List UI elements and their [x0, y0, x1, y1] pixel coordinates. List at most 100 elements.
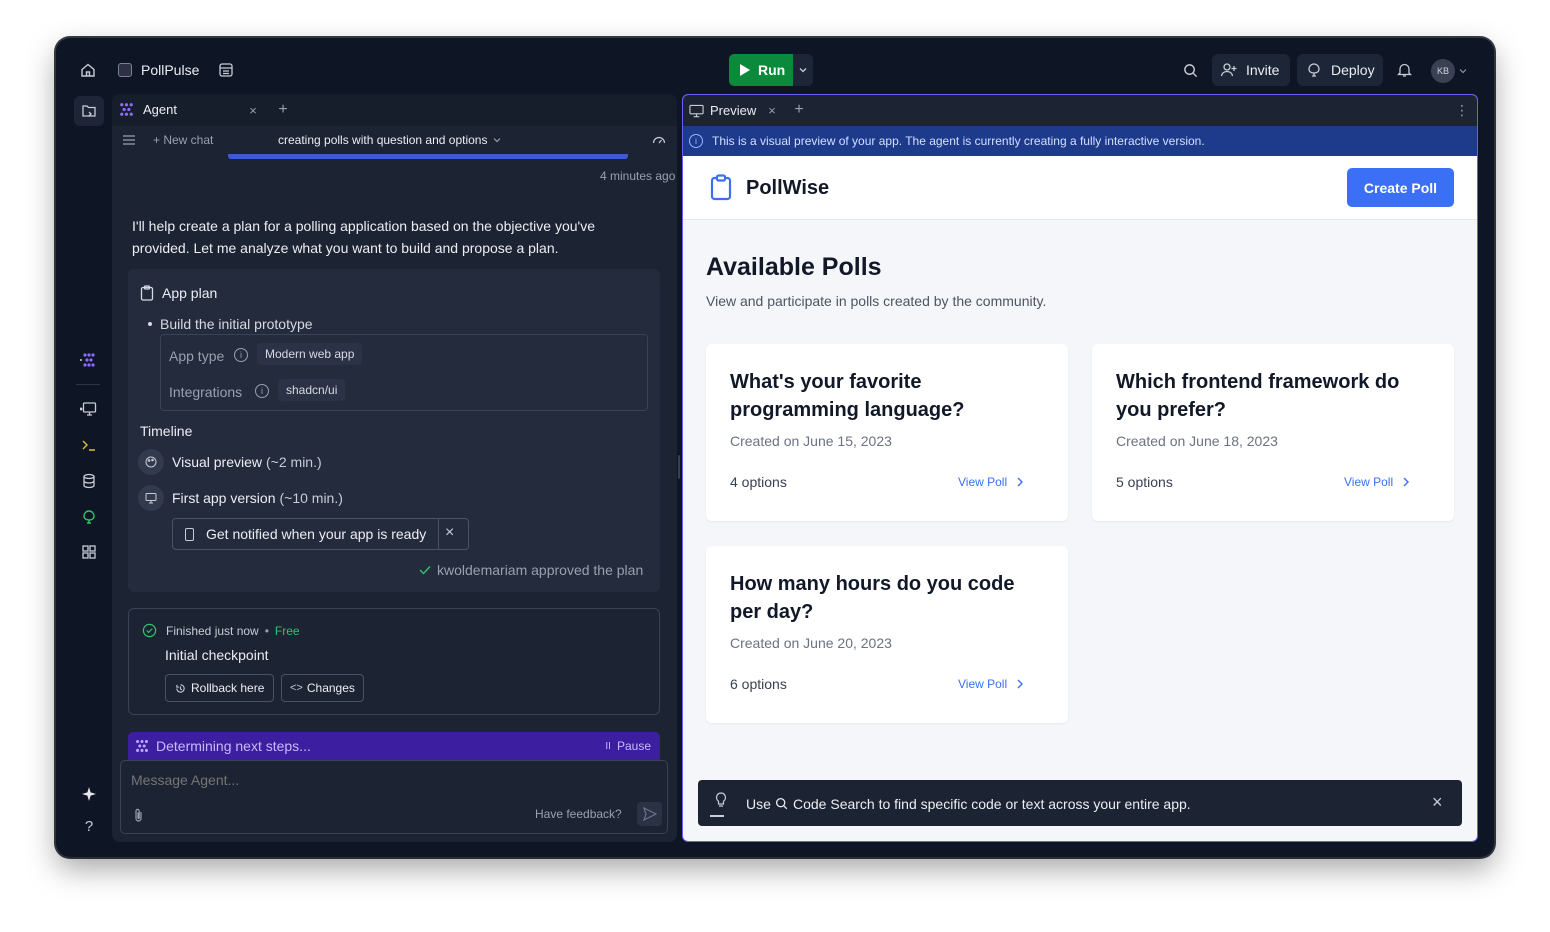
- help-icon[interactable]: ?: [74, 811, 104, 841]
- check-circle-icon: [142, 623, 157, 638]
- notify-button[interactable]: Get notified when your app is ready ×: [172, 518, 469, 550]
- paperclip-icon[interactable]: [131, 807, 145, 823]
- step-time: (~10 min.): [279, 490, 343, 506]
- menu-icon[interactable]: [122, 133, 136, 147]
- home-icon[interactable]: [76, 58, 100, 82]
- new-chat-label: New chat: [163, 133, 214, 147]
- plan-approved: kwoldemariam approved the plan: [419, 562, 643, 578]
- feedback-link[interactable]: Have feedback?: [535, 807, 622, 821]
- poll-title: How many hours do you code per day?: [730, 573, 1015, 623]
- close-icon[interactable]: ×: [765, 103, 779, 118]
- send-button[interactable]: [637, 802, 662, 826]
- deploy-icon: [1308, 63, 1320, 77]
- banner-text: This is a visual preview of your app. Th…: [712, 134, 1205, 148]
- new-tab-icon[interactable]: +: [274, 101, 292, 119]
- notify-divider: [438, 519, 439, 549]
- rail-divider: [76, 384, 100, 385]
- invite-button[interactable]: Invite: [1212, 54, 1290, 86]
- agent-icon[interactable]: [74, 345, 104, 375]
- chat-title-dropdown[interactable]: creating polls with question and options: [278, 133, 502, 147]
- run-button[interactable]: Run: [729, 54, 793, 86]
- invite-label: Invite: [1246, 62, 1280, 78]
- rollback-button[interactable]: Rollback here: [165, 674, 275, 702]
- previous-message-bubble: [228, 154, 628, 159]
- view-poll-link[interactable]: View Poll: [958, 677, 1024, 691]
- all-tools-icon[interactable]: [74, 537, 104, 567]
- database-icon[interactable]: [74, 466, 104, 496]
- deploy-button[interactable]: Deploy: [1297, 54, 1383, 86]
- agent-status-bar: Determining next steps... II Pause: [128, 732, 660, 760]
- integrations-chip: shadcn/ui: [278, 379, 346, 401]
- poll-created: Created on June 15, 2023: [730, 433, 892, 449]
- monitor-icon: [689, 104, 704, 117]
- layout-icon[interactable]: [216, 60, 236, 80]
- app-plan-header: App plan: [140, 285, 217, 301]
- file-tree-icon[interactable]: [74, 96, 104, 126]
- poll-card: Which frontend framework do you prefer? …: [1092, 344, 1454, 521]
- app-name[interactable]: PollPulse: [141, 62, 199, 78]
- preview-icon[interactable]: [74, 394, 104, 424]
- poll-card: What's your favorite programming languag…: [706, 344, 1068, 521]
- step-time: (~2 min.): [266, 454, 322, 470]
- tab-preview-label: Preview: [710, 103, 757, 118]
- speedometer-icon[interactable]: [651, 132, 667, 148]
- rollback-label: Rollback here: [191, 681, 265, 695]
- agent-intro-message: I'll help create a plan for a polling ap…: [132, 218, 595, 256]
- more-options-icon[interactable]: ⋮: [1455, 101, 1469, 119]
- poll-created: Created on June 20, 2023: [730, 635, 892, 651]
- approved-text: kwoldemariam approved the plan: [437, 562, 644, 578]
- new-tab-icon[interactable]: +: [790, 101, 808, 119]
- shell-icon[interactable]: [74, 430, 104, 460]
- bell-icon[interactable]: [1394, 60, 1414, 80]
- app-plan-card: App plan Build the initial prototype App…: [128, 269, 660, 592]
- dot-separator: •: [264, 623, 269, 638]
- tip-prefix: Use: [746, 796, 771, 812]
- poll-options-count: 6 options: [730, 676, 787, 692]
- search-icon[interactable]: [1180, 60, 1200, 80]
- sparkle-icon[interactable]: [74, 779, 104, 809]
- new-chat-button[interactable]: + New chat: [153, 133, 213, 147]
- plan-bullet: Build the initial prototype: [148, 316, 313, 332]
- phone-icon: [185, 527, 194, 541]
- info-icon[interactable]: i: [234, 348, 248, 362]
- page-heading: Available Polls: [706, 253, 882, 281]
- left-rail: ?: [68, 94, 108, 857]
- preview-tab-bar: Preview × + ⋮: [683, 95, 1477, 126]
- tab-agent[interactable]: Agent: [118, 101, 177, 118]
- close-icon[interactable]: ×: [1432, 792, 1443, 813]
- timeline-step-visual-preview: Visual preview (~2 min.): [138, 449, 322, 475]
- dismiss-icon[interactable]: ×: [445, 524, 454, 542]
- timeline-step-first-version: First app version (~10 min.): [138, 485, 343, 511]
- poll-title: Which frontend framework do you prefer?: [1116, 371, 1400, 421]
- pause-button[interactable]: II Pause: [605, 739, 651, 753]
- checkpoint-title: Initial checkpoint: [165, 647, 269, 663]
- app-title: PollWise: [746, 177, 830, 199]
- tab-preview[interactable]: Preview: [689, 103, 756, 118]
- check-icon: [419, 566, 431, 575]
- timeline-title: Timeline: [140, 423, 193, 439]
- info-icon[interactable]: i: [255, 384, 269, 398]
- avatar[interactable]: KB: [1431, 59, 1455, 83]
- agent-icon: [136, 740, 148, 752]
- monitor-icon: [138, 485, 164, 511]
- changes-button[interactable]: <> Changes: [281, 674, 364, 702]
- chevron-right-icon: [1403, 477, 1410, 487]
- view-poll-link[interactable]: View Poll: [1344, 475, 1410, 489]
- close-icon[interactable]: ×: [246, 103, 260, 118]
- view-poll-link[interactable]: View Poll: [958, 475, 1024, 489]
- message-input[interactable]: [131, 767, 651, 793]
- clipboard-icon: [710, 174, 732, 201]
- repl-logo-icon: [118, 63, 132, 77]
- create-poll-button[interactable]: Create Poll: [1347, 168, 1454, 207]
- checkpoint-card: Finished just now • Free Initial checkpo…: [128, 608, 660, 715]
- add-user-icon: [1220, 63, 1237, 77]
- run-options-button[interactable]: [793, 54, 813, 86]
- search-icon: [775, 797, 788, 810]
- status-text: Determining next steps...: [156, 738, 311, 754]
- toast-progress: [710, 815, 724, 817]
- panel-resizer[interactable]: [678, 455, 680, 479]
- deployments-icon[interactable]: [74, 502, 104, 532]
- preview-panel: Preview × + ⋮ i This is a visual preview…: [682, 94, 1478, 842]
- page-subheading: View and participate in polls created by…: [706, 293, 1047, 309]
- app-type-chip: Modern web app: [257, 343, 363, 365]
